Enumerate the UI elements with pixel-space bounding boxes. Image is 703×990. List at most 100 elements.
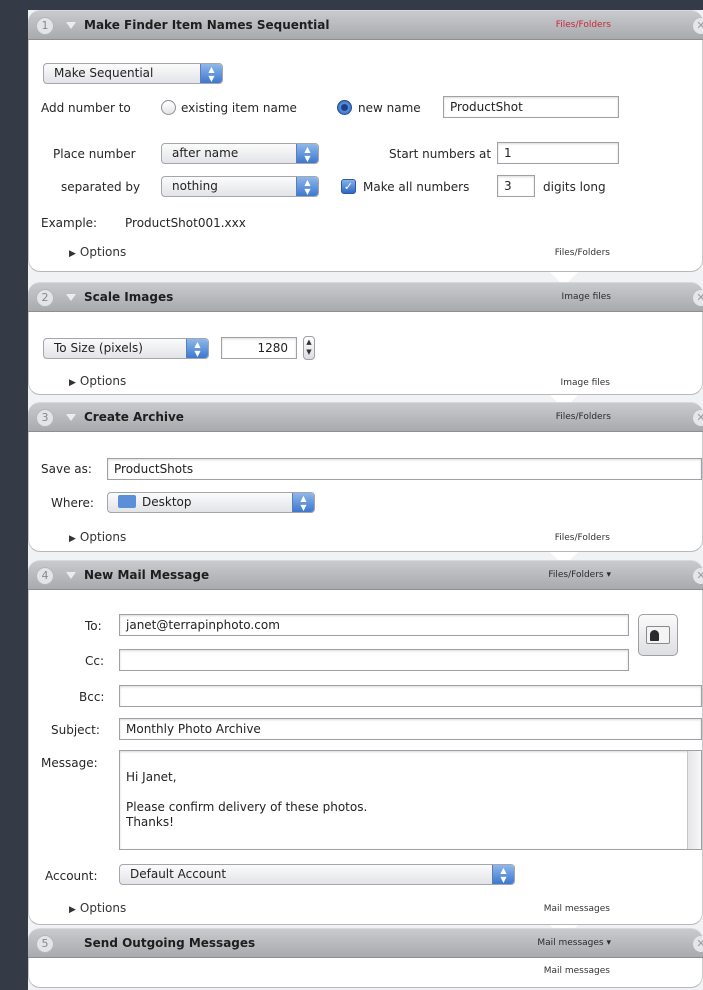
action-body: Make Sequential ▲ ▼ Add number to existin… [28,40,703,272]
action-input-type: Files/Folders [555,20,611,30]
place-number-value: after name [172,146,239,160]
options-toggle[interactable]: ▶ Options [69,245,126,259]
disclosure-triangle-icon[interactable] [66,572,76,579]
action-header[interactable]: 3 Create Archive Files/Folders ✕ [28,402,703,432]
example-value: ProductShot001.xxx [125,216,246,230]
scale-mode-popup[interactable]: To Size (pixels) ▲ ▼ [43,338,209,359]
message-label: Message: [41,756,98,770]
scale-mode-value: To Size (pixels) [54,341,143,355]
action-body: Mail messages [28,958,703,988]
popup-arrows-icon: ▲ ▼ [186,339,208,358]
popup-arrows-icon: ▲ ▼ [492,865,514,884]
make-all-numbers-label: Make all numbers [363,180,470,194]
to-label: To: [85,619,102,633]
options-label: Options [79,245,127,259]
address-card-icon [646,626,670,644]
to-field[interactable]: janet@terrapinphoto.com [119,614,629,636]
radio-new-name[interactable] [337,100,352,115]
address-book-button[interactable] [638,614,678,656]
new-name-field[interactable]: ProductShot [443,96,619,118]
bcc-label: Bcc: [79,690,105,704]
where-value: Desktop [142,495,192,509]
close-icon[interactable]: ✕ [693,290,703,306]
size-field[interactable]: 1280 [221,337,297,359]
digits-field[interactable]: 3 [497,175,535,197]
workflow-area: 1 Make Finder Item Names Sequential File… [28,10,703,990]
account-value: Default Account [130,867,227,881]
popup-arrows-icon: ▲ ▼ [296,177,318,196]
disclosure-right-icon: ▶ [69,534,76,544]
popup-arrows-icon: ▲ ▼ [200,64,222,83]
action-title: Create Archive [84,410,184,424]
action-input-type[interactable]: Mail messages ▾ [491,938,611,948]
subject-field[interactable]: Monthly Photo Archive [119,718,702,740]
disclosure-right-icon: ▶ [69,378,76,388]
action-input-type: Files/Folders [555,412,611,422]
disclosure-triangle-icon[interactable] [66,294,76,301]
action-header[interactable]: 5 Send Outgoing Messages Mail messages ▾… [28,928,703,958]
save-as-label: Save as: [41,462,92,476]
digits-long-label: digits long [543,180,606,194]
desktop-folder-icon [118,495,136,508]
action-output-type: Image files [560,378,610,388]
place-number-label: Place number [53,147,136,161]
action-title: Scale Images [84,290,174,304]
place-number-popup[interactable]: after name ▲ ▼ [161,143,319,164]
disclosure-right-icon: ▶ [69,905,76,915]
options-toggle[interactable]: ▶ Options [69,374,126,388]
disclosure-triangle-icon[interactable] [66,414,76,421]
action-body: Save as: ProductShots Where: Desktop ▲ ▼ … [28,432,703,552]
action-title: Send Outgoing Messages [84,936,256,950]
action-title: Make Finder Item Names Sequential [84,18,330,32]
cc-label: Cc: [85,654,105,668]
account-popup[interactable]: Default Account ▲ ▼ [119,864,515,885]
separated-by-popup[interactable]: nothing ▲ ▼ [161,176,319,197]
message-text: Hi Janet, Please confirm delivery of the… [126,770,368,829]
cc-field[interactable] [119,649,629,671]
action-output-type: Files/Folders [554,248,610,258]
subject-label: Subject: [51,723,100,737]
where-popup[interactable]: Desktop ▲ ▼ [107,492,315,513]
mode-popup-value: Make Sequential [54,66,154,80]
where-label: Where: [51,496,94,510]
options-toggle[interactable]: ▶ Options [69,530,126,544]
action-header[interactable]: 4 New Mail Message Files/Folders ▾ ✕ [28,560,703,590]
example-label: Example: [41,216,98,230]
action-input-type: Image files [561,292,611,302]
close-icon[interactable]: ✕ [693,936,703,952]
options-toggle[interactable]: ▶ Options [69,901,126,915]
action-input-type[interactable]: Files/Folders ▾ [491,570,611,580]
options-label: Options [79,901,127,915]
close-icon[interactable]: ✕ [693,568,703,584]
message-textarea[interactable]: Hi Janet, Please confirm delivery of the… [119,750,702,850]
separated-by-label: separated by [61,180,141,194]
action-output-type: Mail messages [543,966,610,976]
add-number-to-label: Add number to [41,101,131,115]
action-number-badge: 4 [36,567,54,585]
message-scrollbar[interactable] [687,751,701,849]
close-icon[interactable]: ✕ [693,18,703,34]
account-label: Account: [45,869,98,883]
action-number-badge: 1 [36,17,54,35]
bcc-field[interactable] [119,685,702,707]
save-as-field[interactable]: ProductShots [107,458,702,480]
options-label: Options [79,530,127,544]
close-icon[interactable]: ✕ [693,410,703,426]
disclosure-triangle-icon[interactable] [66,22,76,29]
popup-arrows-icon: ▲ ▼ [296,144,318,163]
action-output-type: Mail messages [543,904,610,914]
mode-popup[interactable]: Make Sequential ▲ ▼ [43,63,223,84]
action-header[interactable]: 2 Scale Images Image files ✕ [28,282,703,312]
size-stepper[interactable]: ▲ ▼ [303,336,315,360]
separated-by-value: nothing [172,179,218,193]
radio-existing-label: existing item name [181,101,297,115]
make-all-numbers-checkbox[interactable]: ✓ [341,179,356,194]
action-body: To Size (pixels) ▲ ▼ 1280 ▲ ▼ ▶ Options Ima… [28,312,703,395]
action-number-badge: 3 [36,409,54,427]
action-number-badge: 2 [36,289,54,307]
action-output-type: Files/Folders [554,533,610,543]
radio-existing-name[interactable] [161,100,176,115]
action-header[interactable]: 1 Make Finder Item Names Sequential File… [28,10,703,40]
start-numbers-field[interactable]: 1 [497,142,619,164]
popup-arrows-icon: ▲ ▼ [292,493,314,512]
